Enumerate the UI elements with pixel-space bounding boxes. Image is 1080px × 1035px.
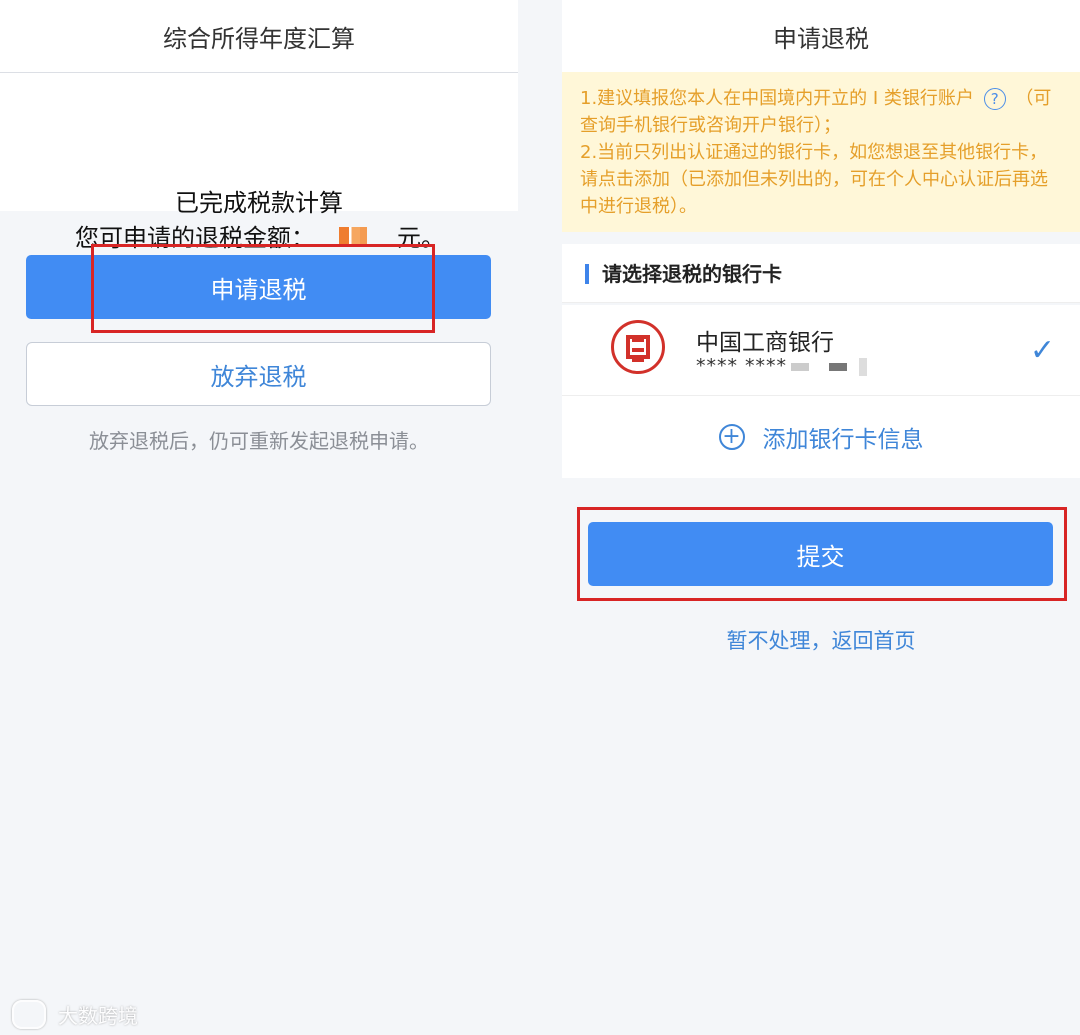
notice-line-1: 1.建议填报您本人在中国境内开立的 I 类银行账户	[580, 88, 974, 109]
abandon-hint: 放弃退税后，仍可重新发起退税申请。	[89, 429, 429, 453]
add-bank-card-button[interactable]: + 添加银行卡信息	[562, 396, 1080, 478]
notice-line-2: 2.当前只列出认证通过的银行卡，如您想退至其他银行卡，请点击添加（已添加但未列出…	[580, 142, 1048, 217]
right-refund-screen: 申请退税 1.建议填报您本人在中国境内开立的 I 类银行账户 ? （可查询手机银…	[562, 0, 1080, 1035]
bank-account-notice: 1.建议填报您本人在中国境内开立的 I 类银行账户 ? （可查询手机银行或咨询开…	[562, 72, 1080, 232]
page-header: 申请退税	[562, 0, 1080, 73]
section-title: 请选择退税的银行卡	[602, 262, 782, 286]
return-home-link[interactable]: 暂不处理，返回首页	[562, 625, 1080, 655]
tax-summary: 已完成税款计算 您可申请的退税金额： 元。	[0, 73, 518, 252]
watermark-logo-icon	[12, 1000, 46, 1029]
masked-card-number: **** ****	[696, 355, 868, 377]
apply-refund-button[interactable]: 申请退税	[26, 255, 491, 319]
page-title: 综合所得年度汇算	[163, 24, 355, 53]
plus-circle-icon: +	[718, 424, 745, 450]
question-circle-icon[interactable]: ?	[983, 88, 1006, 110]
left-tax-screen: 综合所得年度汇算 已完成税款计算 您可申请的退税金额： 元。 申请退税 放弃退税…	[0, 0, 518, 1035]
refund-amount-label: 您可申请的退税金额：	[75, 224, 315, 252]
page-title: 申请退税	[773, 24, 869, 53]
watermark: 大数跨境	[12, 1000, 138, 1029]
page-header: 综合所得年度汇算	[0, 0, 518, 73]
check-icon: ✓	[1029, 333, 1055, 368]
bank-name: 中国工商银行	[696, 330, 834, 356]
masked-amount	[339, 226, 367, 245]
abandon-refund-label: 放弃退税	[210, 362, 307, 391]
section-accent-bar	[585, 264, 589, 284]
amount-unit: 元。	[397, 224, 445, 252]
apply-refund-label: 申请退税	[210, 275, 307, 304]
submit-button[interactable]: 提交	[588, 522, 1053, 586]
bank-card-option[interactable]: 中国工商银行 **** **** ✓	[562, 305, 1080, 396]
icbc-logo-icon	[611, 320, 665, 374]
abandon-refund-button[interactable]: 放弃退税	[26, 342, 491, 406]
calculation-status: 已完成税款计算	[175, 189, 343, 217]
refund-amount-line: 您可申请的退税金额： 元。	[75, 218, 445, 253]
submit-label: 提交	[796, 542, 845, 571]
add-bank-card-label: 添加银行卡信息	[762, 427, 924, 453]
bank-card-section-header: 请选择退税的银行卡	[562, 244, 1080, 303]
